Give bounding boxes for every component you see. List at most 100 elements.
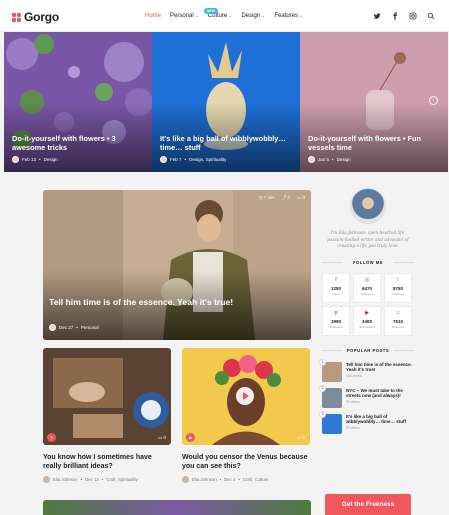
youtube-icon: ▶: [365, 309, 369, 316]
post-card[interactable]: ✎ ▭ 0 You know how I sometimes have real…: [43, 348, 171, 483]
follow-label: Followers: [360, 291, 374, 296]
new-badge: NEW: [203, 8, 219, 14]
craft-image: [43, 348, 171, 445]
card-stats: ▭ 0: [297, 435, 305, 441]
hero-slide[interactable]: It's like a big ball of wibblywobbly… ti…: [152, 32, 300, 172]
popular-title[interactable]: NYC – We must take to the streets now (a…: [346, 388, 414, 399]
site-logo[interactable]: Gorgo: [12, 10, 59, 24]
card-title[interactable]: You know how I sometimes have really bri…: [43, 453, 171, 471]
nav-item-culture[interactable]: Culture⌄ NEW: [203, 8, 233, 19]
popular-posts: 1 Tell him time is of the essence. Yeah …: [319, 358, 414, 434]
sidebar: I'm Elia Johnson: open-hearted life, pas…: [319, 188, 414, 515]
author-avatar[interactable]: [350, 188, 386, 224]
logo-mark-icon: [12, 12, 21, 22]
popular-title[interactable]: It's like a big ball of wibblywobbly… ti…: [346, 414, 414, 425]
youtube-follow[interactable]: ▶ 3400 Subscribers: [353, 305, 381, 336]
popular-views: 91 views: [346, 425, 360, 430]
post-date: Dec 4: [224, 477, 236, 482]
pinterest-icon: p: [334, 309, 338, 316]
featured-meta: Dec 27 • Personal: [49, 324, 99, 331]
rank-badge: 3: [319, 410, 326, 418]
avatar: [43, 476, 50, 483]
post-date: Dec 13: [85, 477, 99, 482]
post-date: Dec 27: [59, 325, 74, 330]
chevron-right-icon[interactable]: ›: [429, 96, 438, 105]
avatar: [12, 156, 19, 163]
hero-title[interactable]: Do-it-yourself with flowers • Fun vessel…: [308, 134, 440, 152]
nav-item-design[interactable]: Design⌄: [241, 13, 265, 19]
hero-slide[interactable]: Do-it-yourself with flowers • Fun vessel…: [300, 32, 448, 172]
site-header: Gorgo Home Personal⌄ Culture⌄ NEW Design⌄…: [0, 0, 449, 32]
post-category[interactable]: Design: [337, 157, 351, 162]
card-title[interactable]: Would you censor the Venus because you c…: [182, 453, 310, 471]
hero-title[interactable]: It's like a big ball of wibblywobbly… ti…: [160, 134, 292, 152]
post-stats: ◷ 7 min ⤴ 0 ▭ 0: [258, 195, 305, 201]
twitch-follow[interactable]: ♫ 7610 Followers: [384, 305, 412, 336]
rank-badge: 1: [319, 358, 326, 366]
facebook-icon[interactable]: [391, 12, 399, 23]
share-icon[interactable]: ⤴ 0: [282, 195, 290, 201]
card-stats: ▭ 0: [158, 435, 166, 441]
chevron-down-icon: ⌄: [299, 13, 304, 19]
nav-item-features[interactable]: Features⌄: [274, 13, 303, 19]
popular-title[interactable]: Tell him time is of the essence. Yeah it…: [346, 362, 414, 373]
chevron-down-icon: ⌄: [261, 13, 266, 19]
main-nav: Home Personal⌄ Culture⌄ NEW Design⌄ Featu…: [145, 8, 303, 19]
music-icon: ♫: [396, 309, 400, 316]
get-freeness-button[interactable]: Get the Freeness: [325, 494, 411, 515]
play-icon[interactable]: [236, 387, 254, 405]
popular-heading: POPULAR POSTS: [322, 348, 414, 353]
instagram-icon[interactable]: [409, 12, 417, 23]
comment-icon[interactable]: ▭ 0: [297, 195, 305, 201]
chevron-down-icon: ⌄: [194, 13, 199, 19]
nav-item-home[interactable]: Home: [145, 13, 161, 19]
video-format-icon: ▶: [186, 433, 195, 442]
post-card[interactable]: ▶ ▭ 0 Would you censor the Venus because…: [182, 348, 310, 483]
hero-slide[interactable]: Do-it-yourself with flowers • 3 awesome …: [4, 32, 152, 172]
twitter-icon[interactable]: [373, 12, 381, 23]
popular-thumb: 3: [319, 410, 342, 434]
popular-views: 96 views: [346, 399, 360, 404]
follow-label: Likes: [332, 291, 340, 296]
follow-label: Subscribers: [359, 324, 375, 329]
popular-item[interactable]: 1 Tell him time is of the essence. Yeah …: [319, 358, 414, 382]
logo-text: Gorgo: [24, 10, 59, 24]
follow-heading: FOLLOW ME: [322, 260, 414, 265]
chevron-down-icon: ⌄: [228, 13, 233, 19]
comment-icon[interactable]: ▭ 0: [297, 435, 305, 441]
post-date: Jan 5: [318, 157, 330, 162]
popular-item[interactable]: 2 NYC – We must take to the streets now …: [319, 384, 414, 408]
hero-title[interactable]: Do-it-yourself with flowers • 3 awesome …: [12, 134, 144, 152]
follow-count: 8780: [392, 285, 403, 291]
card-image[interactable]: ✎ ▭ 0: [43, 348, 171, 445]
comment-icon[interactable]: ▭ 0: [158, 435, 166, 441]
search-icon[interactable]: [427, 12, 435, 23]
hero-meta: Jan 5 • Design: [308, 156, 351, 163]
facebook-follow[interactable]: f 1250 Likes: [322, 272, 350, 303]
post-category[interactable]: Craft, Culture: [243, 477, 269, 482]
avatar: [49, 324, 56, 331]
featured-post[interactable]: ◷ 7 min ⤴ 0 ▭ 0 Tell him time is of the …: [43, 190, 311, 340]
meta-separator: •: [332, 157, 334, 162]
post-category[interactable]: Design: [44, 157, 58, 162]
meta-separator: •: [184, 157, 187, 162]
instagram-follow[interactable]: ◎ 6470 Followers: [353, 272, 381, 303]
twitter-follow[interactable]: t 8780 Followers: [384, 272, 412, 303]
pinterest-follow[interactable]: p 1990 Followers: [322, 305, 350, 336]
format-icon: ✎: [47, 433, 56, 442]
header-social: [373, 12, 435, 23]
post-category[interactable]: Craft, Spirituality: [106, 477, 138, 482]
hero-meta: Feb 7 • Design, Spirituality: [160, 156, 226, 163]
post-category[interactable]: Design, Spirituality: [189, 157, 226, 162]
post-author[interactable]: Elia Johnson: [53, 477, 78, 482]
next-post-image[interactable]: [43, 500, 311, 515]
popular-item[interactable]: 3 It's like a big ball of wibblywobbly… …: [319, 410, 414, 434]
post-category[interactable]: Personal: [81, 325, 99, 330]
featured-title[interactable]: Tell him time is of the essence. Yeah it…: [49, 297, 249, 308]
card-image[interactable]: ▶ ▭ 0: [182, 348, 310, 445]
popular-thumb: 1: [319, 358, 342, 382]
avatar: [182, 476, 189, 483]
nav-item-personal[interactable]: Personal⌄: [170, 13, 199, 19]
follow-count: 7610: [392, 318, 403, 324]
post-author[interactable]: Elia Johnson: [192, 477, 217, 482]
